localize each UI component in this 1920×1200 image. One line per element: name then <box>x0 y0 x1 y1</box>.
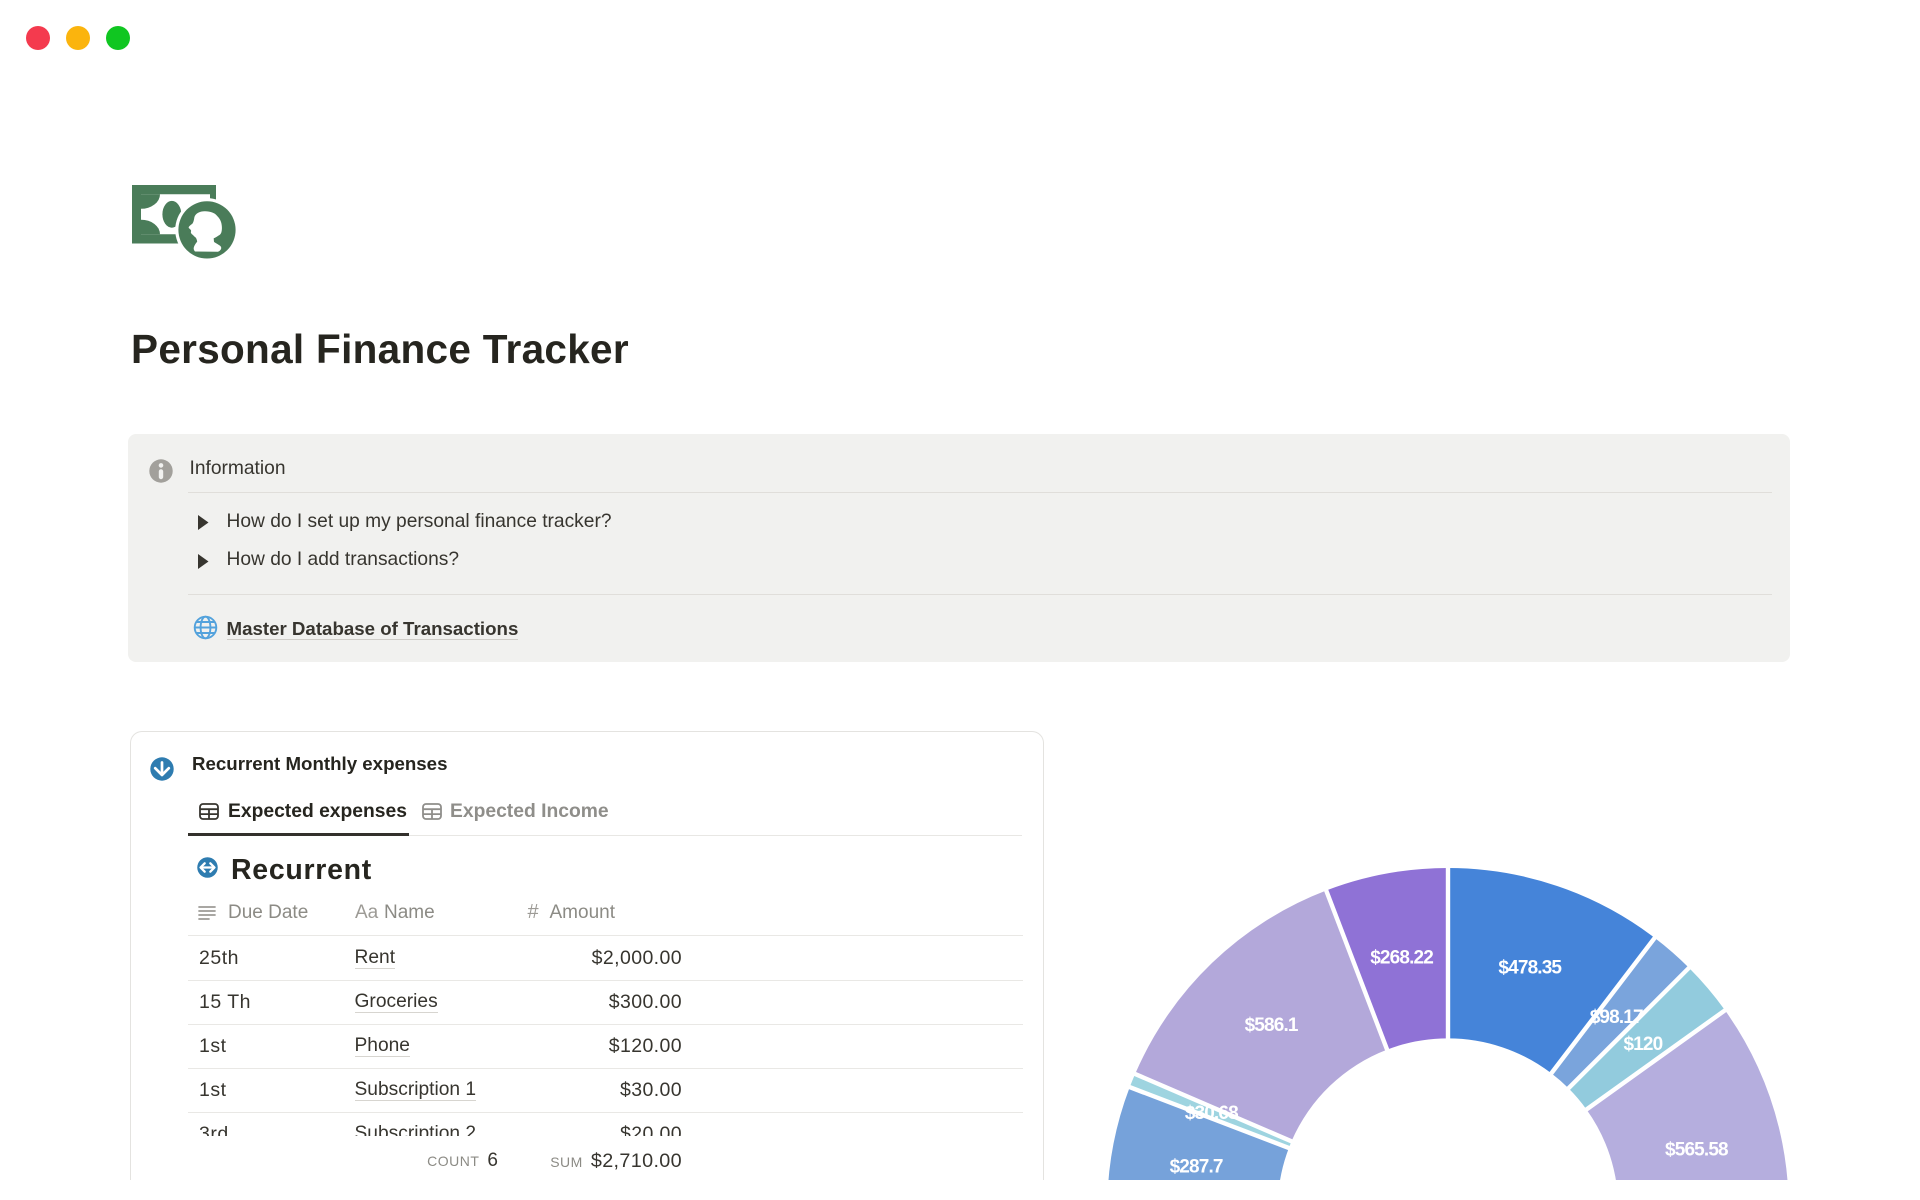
svg-text:$30.68: $30.68 <box>1185 1103 1238 1124</box>
svg-text:$120: $120 <box>1623 1034 1662 1055</box>
svg-text:$268.22: $268.22 <box>1370 948 1433 969</box>
svg-text:$478.35: $478.35 <box>1498 957 1562 978</box>
svg-text:$98.17: $98.17 <box>1590 1007 1643 1028</box>
svg-text:$287.7: $287.7 <box>1170 1156 1223 1177</box>
svg-text:$586.1: $586.1 <box>1245 1015 1299 1036</box>
svg-text:$565.58: $565.58 <box>1665 1140 1728 1161</box>
